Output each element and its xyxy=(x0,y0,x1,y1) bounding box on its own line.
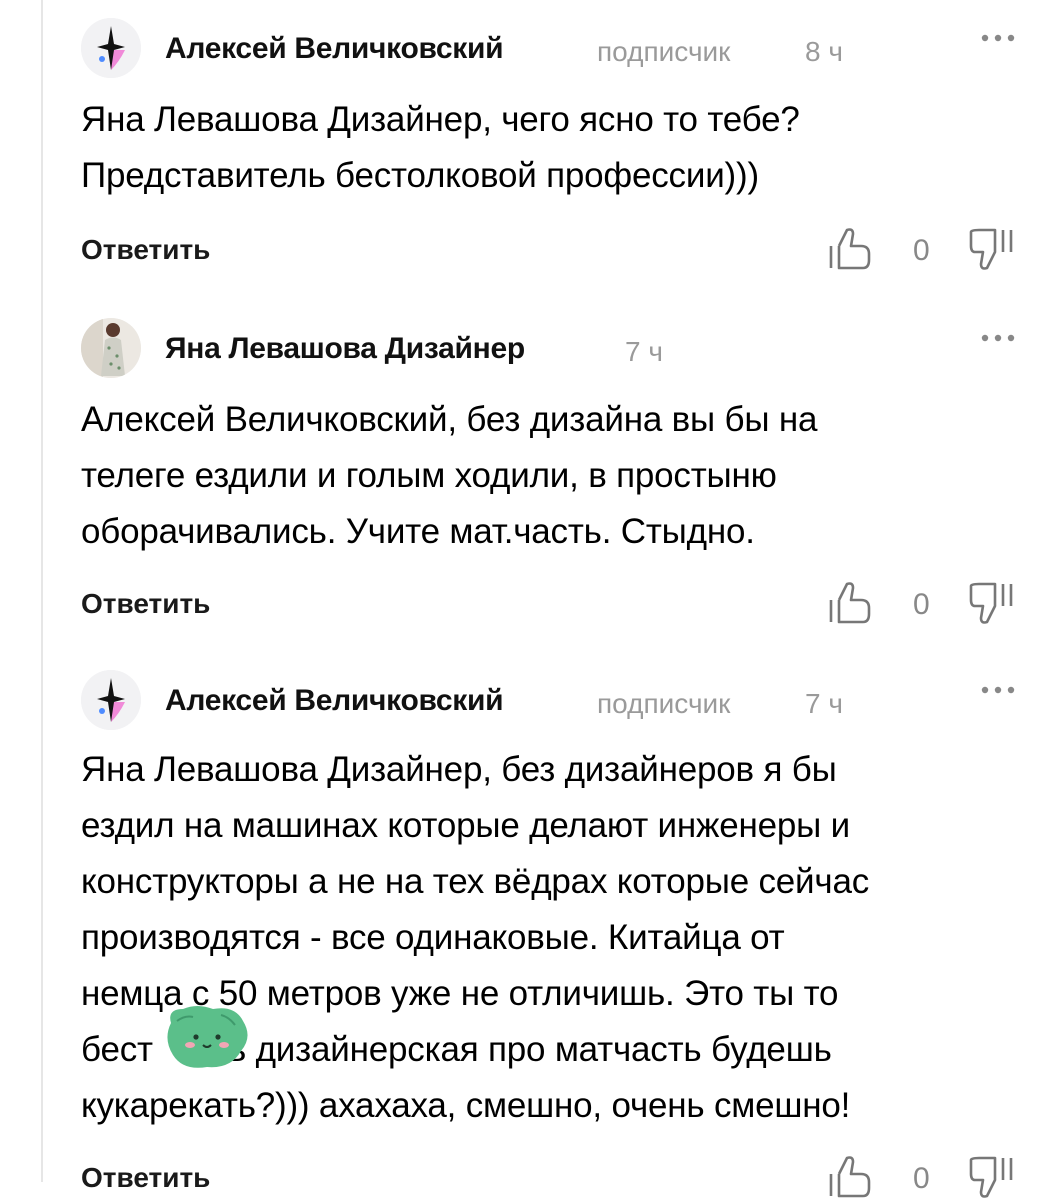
comment-text-line: ездил на машинах которые делают инженеры… xyxy=(81,806,850,845)
comment-time: 7 ч xyxy=(805,688,843,719)
comment-time: 8 ч xyxy=(805,36,843,67)
like-count: 0 xyxy=(913,234,930,267)
like-icon[interactable] xyxy=(827,226,871,272)
like-count: 0 xyxy=(913,588,930,621)
comment-text-line: кукарекать?))) ахахаха, смешно, очень см… xyxy=(81,1086,851,1125)
subscriber-badge: подписчик xyxy=(597,36,731,67)
comment-header: Алексей Величковский подписчик 7 ч xyxy=(81,670,1026,730)
comment-text-line: Яна Левашова Дизайнер, чего ясно то тебе… xyxy=(81,100,800,139)
comment-actions: Ответить 0 xyxy=(81,1154,1026,1204)
comment-header: Яна Левашова Дизайнер 7 ч xyxy=(81,318,1026,378)
comment-text-line: Алексей Величковский, без дизайна вы бы … xyxy=(81,400,818,439)
comment-actions: Ответить 0 xyxy=(81,580,1026,630)
more-options-icon[interactable] xyxy=(978,680,1018,700)
dislike-icon[interactable] xyxy=(969,580,1015,626)
comment-time: 7 ч xyxy=(625,336,663,367)
comment-body: Яна Левашова Дизайнер, без дизайнеров я … xyxy=(81,742,1026,1134)
author-name[interactable]: Алексей Величковский xyxy=(165,32,504,66)
dislike-icon[interactable] xyxy=(969,226,1015,272)
user-photo xyxy=(81,318,141,378)
comment-text-line: Представитель бестолковой профессии))) xyxy=(81,156,759,195)
comment-item: Яна Левашова Дизайнер 7 ч Алексей Величк… xyxy=(81,318,1026,630)
subscriber-badge: подписчик xyxy=(597,688,731,719)
like-count: 0 xyxy=(913,1162,930,1195)
dislike-icon[interactable] xyxy=(969,1154,1015,1200)
avatar[interactable] xyxy=(81,670,141,730)
comment-text-line: производятся - все одинаковые. Китайца о… xyxy=(81,918,785,957)
censor-sticker-icon xyxy=(167,1006,248,1068)
like-icon[interactable] xyxy=(827,1154,871,1200)
reply-button[interactable]: Ответить xyxy=(81,588,210,620)
comment-text-line: телеге ездили и голым ходили, в простыню xyxy=(81,456,777,495)
avatar[interactable] xyxy=(81,18,141,78)
thread-line xyxy=(41,0,43,1182)
author-name[interactable]: Яна Левашова Дизайнер xyxy=(165,332,525,366)
comment-item: Алексей Величковский подписчик 7 ч Яна Л… xyxy=(81,670,1026,1204)
comment-text-line: конструкторы а не на тех вёдрах которые … xyxy=(81,862,870,901)
like-icon[interactable] xyxy=(827,580,871,626)
comment-body: Яна Левашова Дизайнер, чего ясно то тебе… xyxy=(81,92,1026,204)
comment-header: Алексей Величковский подписчик 8 ч xyxy=(81,18,1026,78)
comment-text-line: оборачивались. Учите мат.часть. Стыдно. xyxy=(81,512,755,551)
comment-actions: Ответить 0 xyxy=(81,226,1026,276)
comment-item: Алексей Величковский подписчик 8 ч Яна Л… xyxy=(81,18,1026,276)
brand-star-icon xyxy=(81,18,141,78)
reply-button[interactable]: Ответить xyxy=(81,1162,210,1194)
reply-button[interactable]: Ответить xyxy=(81,234,210,266)
more-options-icon[interactable] xyxy=(978,328,1018,348)
avatar[interactable] xyxy=(81,318,141,378)
more-options-icon[interactable] xyxy=(978,28,1018,48)
brand-star-icon xyxy=(81,670,141,730)
author-name[interactable]: Алексей Величковский xyxy=(165,684,504,718)
comment-text-line: Яна Левашова Дизайнер, без дизайнеров я … xyxy=(81,750,837,789)
comment-body: Алексей Величковский, без дизайна вы бы … xyxy=(81,392,1026,560)
